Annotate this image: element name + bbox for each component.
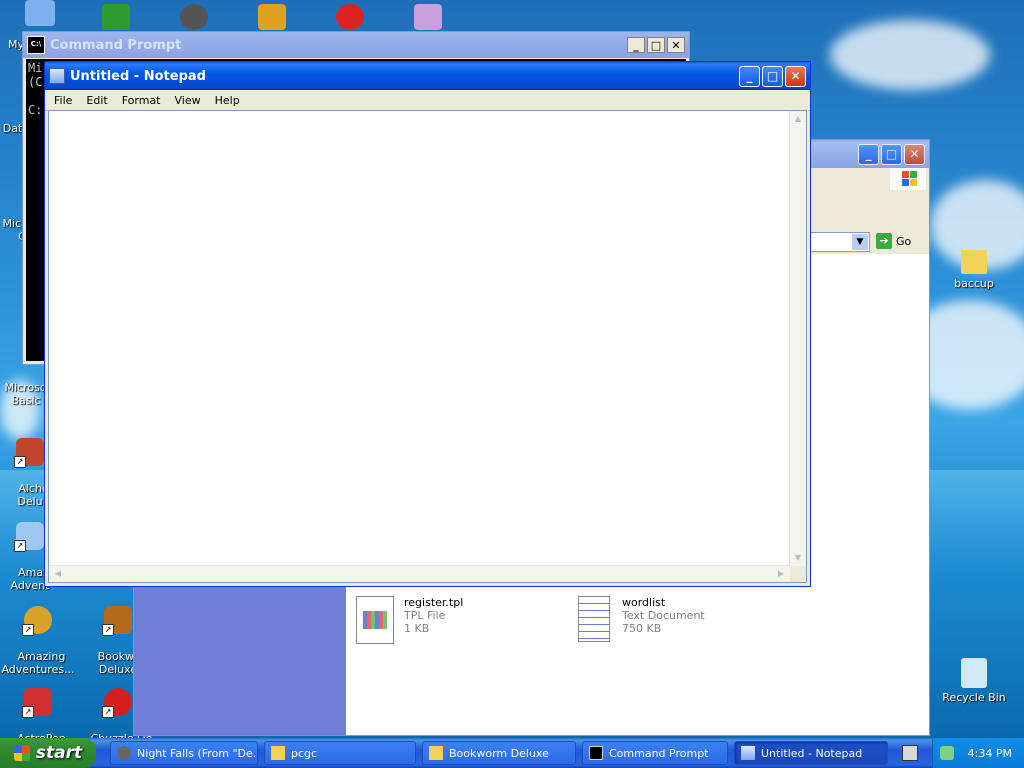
task-label: Night Falls (From "De... <box>137 746 258 760</box>
menu-help[interactable]: Help <box>208 94 247 107</box>
scroll-right-icon[interactable]: ▶ <box>774 566 788 582</box>
menu-file[interactable]: File <box>47 94 79 107</box>
task-pcgc[interactable]: pcgc <box>264 741 416 765</box>
task-bookworm[interactable]: Bookworm Deluxe <box>422 741 576 765</box>
bookworm-icon: ↗ <box>102 606 132 636</box>
windows-logo-icon <box>890 168 926 190</box>
file-item-wordlist[interactable]: wordlist Text Document 750 KB <box>578 596 705 642</box>
windows-logo-icon <box>13 745 30 761</box>
desktop-icon-top-6[interactable] <box>414 4 442 30</box>
shortcut-arrow-icon: ↗ <box>102 706 114 718</box>
scroll-left-icon[interactable]: ◀ <box>51 566 65 582</box>
clock[interactable]: 4:34 PM <box>968 747 1012 760</box>
address-bar[interactable]: ▼ <box>810 232 870 252</box>
menu-edit[interactable]: Edit <box>79 94 114 107</box>
desktop-icon-top-2[interactable] <box>102 4 130 30</box>
close-button[interactable]: ✕ <box>667 37 685 53</box>
keyboard-icon[interactable] <box>902 745 918 761</box>
desktop-icon-top-3[interactable] <box>180 4 208 30</box>
start-button[interactable]: start <box>0 738 96 768</box>
desktop-icon-label: Recycle Bin <box>942 691 1006 704</box>
go-button[interactable]: ➔ Go <box>876 233 911 249</box>
shortcut-arrow-icon: ↗ <box>14 540 26 552</box>
task-command-prompt[interactable]: Command Prompt <box>582 741 728 765</box>
alchemy-icon: ↗ <box>14 438 44 468</box>
menu-format[interactable]: Format <box>115 94 168 107</box>
maximize-button[interactable]: □ <box>881 143 902 165</box>
go-arrow-icon: ➔ <box>876 233 892 249</box>
vertical-scrollbar[interactable]: ▲ ▼ <box>789 111 806 566</box>
cmd-titlebar[interactable]: C:\ Command Prompt _ □ ✕ <box>23 32 689 58</box>
close-button[interactable]: ✕ <box>904 143 925 165</box>
file-type: TPL File <box>404 609 446 622</box>
notepad-window[interactable]: Untitled - Notepad _ □ ✕ File Edit Forma… <box>44 61 811 587</box>
desktop-icon-top-1[interactable] <box>25 0 55 26</box>
scroll-up-icon[interactable]: ▲ <box>790 111 806 127</box>
cloud <box>830 20 990 90</box>
close-button[interactable]: ✕ <box>785 65 806 87</box>
shortcut-arrow-icon: ↗ <box>22 624 34 636</box>
task-label: Untitled - Notepad <box>761 746 863 760</box>
horizontal-scrollbar[interactable]: ◀ ▶ <box>49 565 790 582</box>
compass-icon: ↗ <box>22 606 52 636</box>
file-item-register[interactable]: register.tpl TPL File 1 KB <box>356 596 463 644</box>
task-label: Bookworm Deluxe <box>449 746 549 760</box>
cmd-icon <box>589 746 603 760</box>
size-grip[interactable] <box>790 566 806 582</box>
window-title: Command Prompt <box>50 37 182 53</box>
cmd-icon: C:\ <box>27 36 45 54</box>
file-name: register.tpl <box>404 596 464 609</box>
astropop-icon: ↗ <box>22 688 52 718</box>
folder-icon <box>429 746 443 760</box>
task-notepad[interactable]: Untitled - Notepad <box>734 741 888 765</box>
scroll-down-icon[interactable]: ▼ <box>790 550 806 566</box>
tpl-file-icon <box>356 596 394 644</box>
task-label: pcgc <box>291 746 318 760</box>
network-icon[interactable] <box>939 746 954 760</box>
desktop-icon-top-4[interactable] <box>258 4 286 30</box>
notepad-titlebar[interactable]: Untitled - Notepad _ □ ✕ <box>45 62 810 90</box>
file-name: wordlist <box>622 596 666 609</box>
system-tray: 4:34 PM <box>932 738 1024 768</box>
task-night-falls[interactable]: Night Falls (From "De... <box>110 741 258 765</box>
desktop-icon-top-5[interactable] <box>336 4 364 30</box>
maximize-button[interactable]: □ <box>647 37 665 53</box>
chuzzle-icon: ↗ <box>102 688 132 718</box>
go-label: Go <box>896 234 912 248</box>
minimize-button[interactable]: _ <box>627 37 645 53</box>
shortcut-arrow-icon: ↗ <box>14 456 26 468</box>
file-size: 1 KB <box>404 622 430 635</box>
taskbar: start Night Falls (From "De... pcgc Book… <box>0 738 1024 768</box>
notepad-icon <box>741 746 755 760</box>
shortcut-arrow-icon: ↗ <box>22 706 34 718</box>
diamond-icon: ↗ <box>14 522 44 552</box>
folder-icon <box>961 250 987 274</box>
minimize-button[interactable]: _ <box>739 65 760 87</box>
desktop-icon-label: baccup <box>954 277 994 290</box>
notepad-icon <box>49 68 65 84</box>
task-label: Command Prompt <box>609 746 709 760</box>
desktop-icon-recycle-bin[interactable]: Recycle Bin <box>936 658 1012 704</box>
shortcut-arrow-icon: ↗ <box>102 624 114 636</box>
window-title: Untitled - Notepad <box>70 68 206 84</box>
start-label: start <box>35 743 83 763</box>
minimize-button[interactable]: _ <box>858 143 879 165</box>
text-area[interactable]: ▲ ▼ ◀ ▶ <box>48 110 807 583</box>
recycle-bin-icon <box>961 658 987 688</box>
chevron-down-icon[interactable]: ▼ <box>852 234 868 250</box>
media-player-icon <box>117 746 131 760</box>
folder-icon <box>271 746 285 760</box>
maximize-button[interactable]: □ <box>762 65 783 87</box>
menu-bar: File Edit Format View Help <box>45 90 810 111</box>
file-size: 750 KB <box>622 622 662 635</box>
menu-view[interactable]: View <box>168 94 208 107</box>
desktop-icon-baccup[interactable]: baccup <box>936 250 1012 290</box>
file-type: Text Document <box>622 609 705 622</box>
text-document-icon <box>578 596 610 642</box>
